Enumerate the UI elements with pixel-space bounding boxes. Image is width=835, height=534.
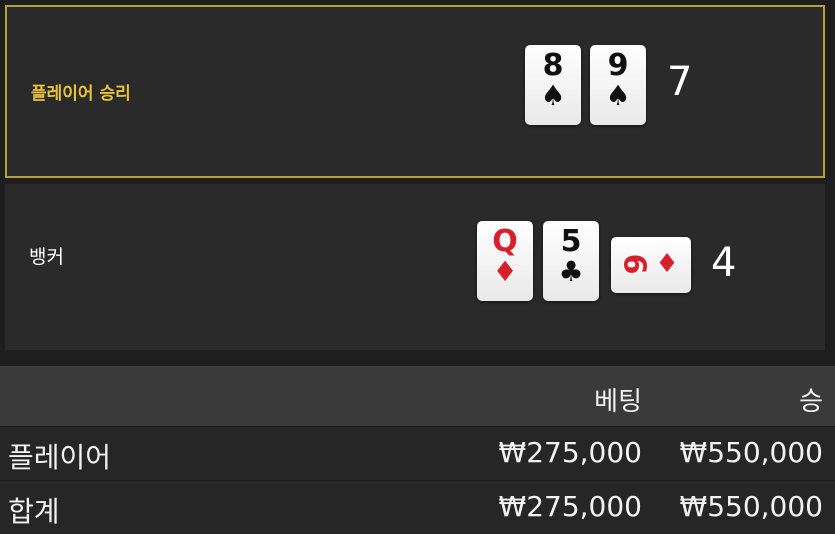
row-win-amount: ₩550,000 xyxy=(679,436,823,469)
bet-column-header: 베팅 xyxy=(594,387,642,417)
banker-card-3-rank: 6 xyxy=(616,253,652,275)
player-card-2: 9 ♠ xyxy=(590,45,646,125)
banker-card-2-rank: 5 xyxy=(560,224,582,259)
player-result-panel: 플레이어 승리 8 ♠ 9 ♠ 7 xyxy=(5,5,825,178)
banker-card-1: Q ♦ xyxy=(477,221,533,301)
row-label: 플레이어 xyxy=(8,441,112,474)
diamond-icon: ♦ xyxy=(655,249,679,279)
player-win-label: 플레이어 승리 xyxy=(31,84,131,104)
total-bet-amount: ₩275,000 xyxy=(498,490,642,523)
banker-result-panel: 뱅커 Q ♦ 5 ♣ 6 ♦ 4 xyxy=(5,184,825,350)
player-score: 7 xyxy=(667,59,693,105)
banker-score: 4 xyxy=(711,240,737,286)
table-header-row: 베팅 승 xyxy=(0,366,835,426)
row-bet-amount: ₩275,000 xyxy=(498,436,642,469)
diamond-icon: ♦ xyxy=(492,255,518,288)
banker-card-3: 6 ♦ xyxy=(611,237,691,293)
win-column-header: 승 xyxy=(799,387,823,417)
spade-icon: ♠ xyxy=(605,79,631,112)
total-label: 합계 xyxy=(8,495,60,528)
banker-card-2: 5 ♣ xyxy=(543,221,599,301)
player-card-1: 8 ♠ xyxy=(525,45,581,125)
banker-label: 뱅커 xyxy=(29,246,64,268)
banker-card-1-rank: Q xyxy=(492,224,518,259)
total-win-amount: ₩550,000 xyxy=(679,490,823,523)
player-card-2-rank: 9 xyxy=(607,48,629,83)
bet-result-table: 베팅 승 플레이어 ₩275,000 ₩550,000 합계 ₩275,000 … xyxy=(0,366,835,534)
table-total-row: 합계 ₩275,000 ₩550,000 xyxy=(0,480,835,534)
player-card-1-rank: 8 xyxy=(542,48,564,83)
spade-icon: ♠ xyxy=(540,79,566,112)
table-row: 플레이어 ₩275,000 ₩550,000 xyxy=(0,426,835,480)
club-icon: ♣ xyxy=(558,255,584,288)
